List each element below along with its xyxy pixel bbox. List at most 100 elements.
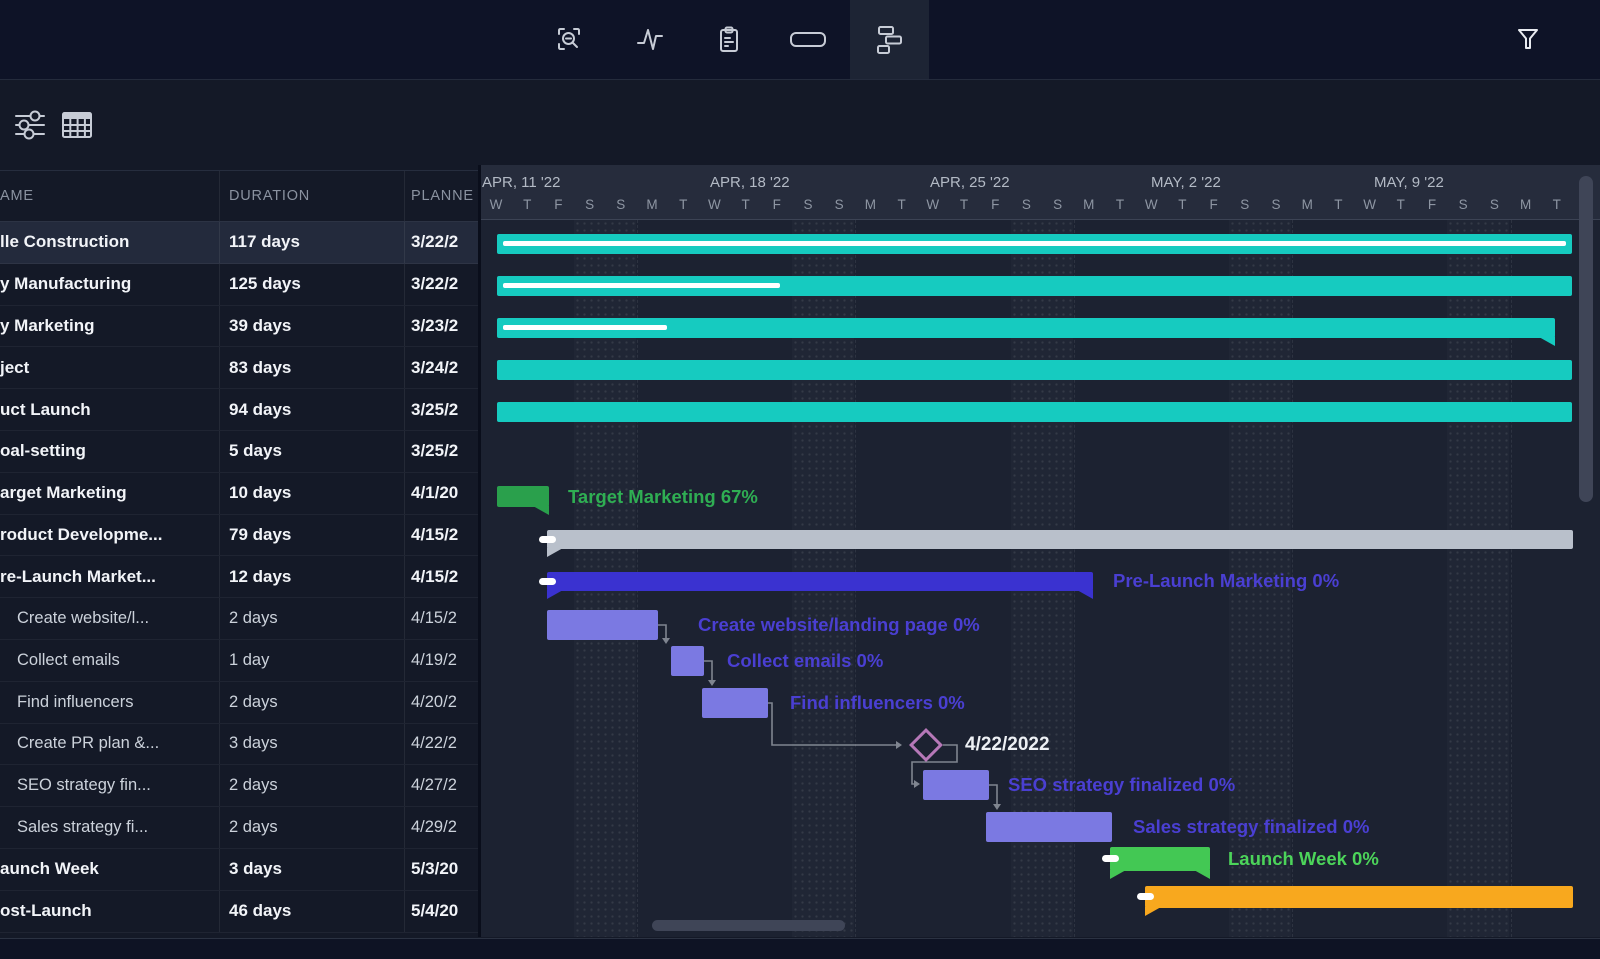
task-duration-cell: 94 days (220, 389, 405, 430)
table-row[interactable]: ost-Launch46 days5/4/20 (0, 891, 478, 933)
bottom-strip (0, 938, 1600, 959)
day-letter: S (803, 197, 812, 212)
progress-line (503, 241, 1566, 246)
gantt-timeline-header: APR, 11 '22APR, 18 '22APR, 25 '22MAY, 2 … (481, 165, 1600, 220)
day-letter: M (646, 197, 657, 212)
day-letter: S (1490, 197, 1499, 212)
table-columns-button[interactable] (55, 103, 99, 147)
gantt-bar-find-influencers[interactable] (702, 688, 768, 718)
task-name-cell: Create website/l... (0, 598, 220, 639)
bar-drag-handle[interactable] (539, 578, 556, 585)
column-header-name[interactable]: AME (0, 171, 220, 221)
task-name-cell: re-Launch Market... (0, 556, 220, 597)
task-duration-cell: 46 days (220, 891, 405, 932)
task-name-cell: lle Construction (0, 222, 220, 263)
table-row[interactable]: SEO strategy fin...2 days4/27/2 (0, 765, 478, 807)
task-list-button[interactable] (689, 0, 768, 79)
bar-label: Create website/landing page 0% (698, 614, 980, 636)
gantt-bar-project[interactable] (497, 360, 1572, 380)
task-planned-date-cell: 3/24/2 (405, 347, 478, 388)
day-letter: T (1334, 197, 1342, 212)
table-row[interactable]: arget Marketing10 days4/1/20 (0, 473, 478, 515)
table-row[interactable]: Sales strategy fi...2 days4/29/2 (0, 807, 478, 849)
gantt-bar-create-website-landing-page[interactable] (547, 610, 658, 640)
table-row[interactable]: re-Launch Market...12 days4/15/2 (0, 556, 478, 598)
task-list-icon (715, 26, 743, 54)
task-duration-cell: 10 days (220, 473, 405, 514)
task-name-cell: Sales strategy fi... (0, 807, 220, 848)
day-letter: M (1083, 197, 1094, 212)
zoom-select-button[interactable] (530, 0, 609, 79)
gantt-chart-panel: APR, 11 '22APR, 18 '22APR, 25 '22MAY, 2 … (481, 165, 1600, 937)
week-label: MAY, 2 '22 (1151, 174, 1221, 191)
vertical-scrollbar[interactable] (1579, 176, 1593, 502)
day-letter: T (741, 197, 749, 212)
bar-tail (1145, 907, 1161, 916)
table-row[interactable]: Find influencers2 days4/20/2 (0, 682, 478, 724)
column-header-duration[interactable]: DURATION (220, 171, 405, 221)
table-grid-icon (61, 111, 93, 139)
day-letter: T (1397, 197, 1405, 212)
gantt-bar-product-launch[interactable] (497, 402, 1572, 422)
column-header-planned[interactable]: PLANNE (405, 171, 478, 221)
bar-label: SEO strategy finalized 0% (1008, 774, 1235, 796)
table-row[interactable]: uct Launch94 days3/25/2 (0, 389, 478, 431)
gantt-bar-launch-week[interactable] (1110, 847, 1210, 871)
milestone-diamond[interactable] (909, 728, 943, 762)
activity-stream-button[interactable] (610, 0, 689, 79)
gantt-bar-pre-launch-marketing[interactable] (547, 572, 1093, 591)
bar-drag-handle[interactable] (539, 536, 556, 543)
task-planned-date-cell: 4/20/2 (405, 682, 478, 723)
table-row[interactable]: roduct Developme...79 days4/15/2 (0, 515, 478, 557)
table-row[interactable]: lle Construction117 days3/22/2 (0, 222, 478, 264)
filter-funnel-icon (1516, 27, 1540, 51)
day-letter: W (926, 197, 939, 212)
gantt-bar-target-marketing[interactable] (497, 486, 549, 507)
task-duration-cell: 3 days (220, 849, 405, 890)
table-row[interactable]: y Manufacturing125 days3/22/2 (0, 264, 478, 306)
gantt-bar-seo-strategy-finalized[interactable] (923, 770, 989, 800)
table-row[interactable]: aunch Week3 days5/3/20 (0, 849, 478, 891)
task-duration-cell: 12 days (220, 556, 405, 597)
zoom-select-icon (556, 26, 584, 54)
gantt-bar-collect-emails[interactable] (671, 646, 704, 676)
table-row[interactable]: ject83 days3/24/2 (0, 347, 478, 389)
horizontal-scrollbar[interactable] (652, 920, 845, 931)
bar-tail (1539, 337, 1555, 346)
table-row[interactable]: oal-setting5 days3/25/2 (0, 431, 478, 473)
top-toolbar (0, 0, 1600, 80)
task-duration-cell: 2 days (220, 765, 405, 806)
task-duration-cell: 2 days (220, 807, 405, 848)
task-name-cell: arget Marketing (0, 473, 220, 514)
table-row[interactable]: Create PR plan &...3 days4/22/2 (0, 724, 478, 766)
bar-drag-handle[interactable] (1102, 855, 1119, 862)
bar-label: Collect emails 0% (727, 650, 883, 672)
progress-line (503, 283, 780, 288)
task-name-cell: ost-Launch (0, 891, 220, 932)
task-name-cell: Create PR plan &... (0, 724, 220, 765)
chart-settings-button[interactable] (8, 103, 52, 147)
table-body: lle Construction117 days3/22/2y Manufact… (0, 222, 478, 933)
filter-button[interactable] (1506, 17, 1550, 61)
task-name-cell: y Manufacturing (0, 264, 220, 305)
gantt-bar-sales-strategy-finalized[interactable] (986, 812, 1112, 842)
table-row[interactable]: Collect emails1 day4/19/2 (0, 640, 478, 682)
activity-stream-icon (636, 26, 664, 54)
gantt-view-button[interactable] (850, 0, 929, 79)
table-header: AME DURATION PLANNE (0, 170, 478, 222)
bar-label: Pre-Launch Marketing 0% (1113, 570, 1339, 592)
table-row[interactable]: y Marketing39 days3/23/2 (0, 306, 478, 348)
day-letter: T (1178, 197, 1186, 212)
task-planned-date-cell: 3/22/2 (405, 264, 478, 305)
day-letter: W (1363, 197, 1376, 212)
day-letter: F (1209, 197, 1217, 212)
table-row[interactable]: Create website/l...2 days4/15/2 (0, 598, 478, 640)
task-planned-date-cell: 3/23/2 (405, 306, 478, 347)
gantt-view-icon (877, 26, 903, 54)
gantt-app-window: AME DURATION PLANNE lle Construction117 … (0, 0, 1600, 959)
bar-drag-handle[interactable] (1137, 893, 1154, 900)
gantt-bar-product-development[interactable] (547, 530, 1573, 549)
gantt-bar-post-launch[interactable] (1145, 886, 1573, 908)
board-view-button[interactable] (768, 0, 847, 79)
task-duration-cell: 2 days (220, 682, 405, 723)
